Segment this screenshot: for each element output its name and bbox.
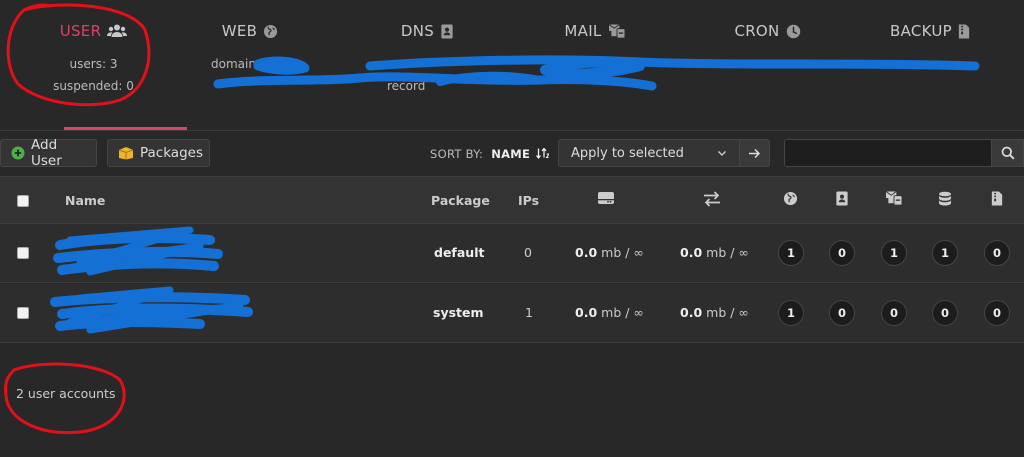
mail-icon bbox=[885, 191, 903, 206]
bandwidth-usage-value: 0.0 bbox=[680, 245, 703, 260]
suspended-count-stat: suspended: 0 bbox=[53, 79, 134, 93]
bandwidth-usage-unit: mb / ∞ bbox=[706, 305, 749, 320]
tab-dns[interactable]: DNS record bbox=[365, 0, 490, 131]
sort-by-control[interactable]: SORT BY: NAME bbox=[430, 147, 550, 161]
tab-user-label: USER bbox=[59, 22, 102, 40]
col-web-domains bbox=[783, 191, 798, 209]
mail-domains-count: 0 bbox=[881, 300, 907, 326]
disk-usage-value: 0.0 bbox=[575, 305, 598, 320]
apply-button[interactable] bbox=[740, 139, 770, 167]
user-ips: 0 bbox=[524, 245, 532, 260]
user-package: system bbox=[433, 305, 484, 320]
tab-dns-label: DNS bbox=[400, 22, 435, 40]
col-name[interactable]: Name bbox=[65, 193, 105, 208]
packages-button[interactable]: Packages bbox=[107, 139, 210, 167]
disk-usage-value: 0.0 bbox=[575, 245, 598, 260]
select-all-checkbox[interactable] bbox=[17, 195, 29, 207]
sort-by-label: SORT BY: bbox=[430, 147, 484, 161]
bandwidth-usage-unit: mb / ∞ bbox=[706, 245, 749, 260]
table-row[interactable]: system 1 0.0 mb / ∞ 0.0 mb / ∞ 1 0 0 0 0 bbox=[0, 284, 1024, 343]
col-disk bbox=[597, 191, 615, 208]
box-icon bbox=[118, 146, 134, 160]
row-checkbox[interactable] bbox=[17, 307, 29, 319]
users-icon bbox=[107, 24, 128, 37]
user-accounts-summary: 2 user accounts bbox=[16, 386, 116, 401]
table-header: Name Package IPs bbox=[0, 176, 1024, 224]
col-mail-domains bbox=[885, 191, 903, 209]
tab-mail-label: MAIL bbox=[564, 22, 602, 40]
search-input[interactable] bbox=[784, 139, 992, 167]
tab-cron-label: CRON bbox=[734, 22, 780, 40]
table-row[interactable]: default 0 0.0 mb / ∞ 0.0 mb / ∞ 1 0 1 1 … bbox=[0, 224, 1024, 283]
address-book-icon bbox=[441, 24, 453, 39]
dns-domains-count: 0 bbox=[829, 240, 855, 266]
bandwidth-icon bbox=[704, 191, 720, 207]
col-dns-domains bbox=[835, 191, 849, 209]
user-ips: 1 bbox=[525, 305, 533, 320]
clock-icon bbox=[786, 24, 800, 39]
address-book-icon bbox=[836, 191, 848, 206]
col-ips[interactable]: IPs bbox=[518, 193, 539, 208]
bulk-action-select[interactable]: Apply to selected bbox=[558, 139, 740, 167]
backups-count: 0 bbox=[984, 240, 1010, 266]
databases-count: 1 bbox=[932, 240, 958, 266]
backup-icon bbox=[991, 191, 1003, 206]
bandwidth-usage-value: 0.0 bbox=[680, 305, 703, 320]
top-nav: USER users: 3 suspended: 0 WEB domains D… bbox=[0, 0, 1024, 131]
disk-usage-unit: mb / ∞ bbox=[601, 305, 644, 320]
mail-domains-count: 1 bbox=[881, 240, 907, 266]
user-count-stat: users: 3 bbox=[69, 57, 118, 71]
sort-alpha-icon bbox=[536, 147, 550, 160]
disk-icon bbox=[598, 192, 614, 204]
databases-count: 0 bbox=[932, 300, 958, 326]
search-button[interactable] bbox=[992, 139, 1024, 167]
bulk-action-selected: Apply to selected bbox=[571, 145, 684, 161]
tab-web[interactable]: WEB domains bbox=[195, 0, 305, 131]
tab-web-label: WEB bbox=[221, 22, 258, 40]
mail-bulk-icon bbox=[608, 24, 626, 39]
search-icon bbox=[1001, 146, 1014, 160]
plus-circle-icon bbox=[11, 146, 25, 160]
toolbar: Add User Packages SORT BY: NAME Apply to… bbox=[0, 132, 1024, 176]
col-package[interactable]: Package bbox=[431, 193, 490, 208]
database-icon bbox=[939, 191, 951, 206]
col-databases bbox=[938, 191, 952, 210]
backups-count: 0 bbox=[984, 300, 1010, 326]
globe-icon bbox=[783, 191, 798, 206]
packages-label: Packages bbox=[140, 145, 203, 161]
tab-cron[interactable]: CRON bbox=[715, 0, 820, 131]
tab-backup[interactable]: BACKUP bbox=[870, 0, 990, 131]
disk-usage: 0.0 mb / ∞ bbox=[575, 245, 644, 260]
domains-stat: domains bbox=[211, 57, 263, 71]
tab-user[interactable]: USER users: 3 suspended: 0 bbox=[32, 0, 187, 131]
records-stat: record bbox=[387, 79, 426, 93]
chevron-down-icon bbox=[718, 151, 726, 156]
bandwidth-usage: 0.0 mb / ∞ bbox=[680, 305, 749, 320]
row-checkbox[interactable] bbox=[17, 247, 29, 259]
col-backups bbox=[991, 191, 1003, 209]
globe-icon bbox=[264, 24, 278, 39]
web-domains-count: 1 bbox=[778, 300, 804, 326]
disk-usage-unit: mb / ∞ bbox=[601, 245, 644, 260]
tab-mail[interactable]: MAIL bbox=[530, 0, 660, 131]
disk-usage: 0.0 mb / ∞ bbox=[575, 305, 644, 320]
add-user-label: Add User bbox=[31, 137, 62, 169]
active-tab-indicator bbox=[64, 127, 187, 130]
file-archive-icon bbox=[958, 24, 970, 39]
user-package: default bbox=[434, 245, 485, 260]
tab-backup-label: BACKUP bbox=[889, 22, 953, 40]
bandwidth-usage: 0.0 mb / ∞ bbox=[680, 245, 749, 260]
web-domains-count: 1 bbox=[778, 240, 804, 266]
col-bandwidth bbox=[703, 191, 721, 210]
dns-domains-count: 0 bbox=[829, 300, 855, 326]
add-user-button[interactable]: Add User bbox=[0, 137, 97, 169]
sort-by-value: NAME bbox=[491, 147, 531, 161]
arrow-right-icon bbox=[749, 148, 761, 158]
